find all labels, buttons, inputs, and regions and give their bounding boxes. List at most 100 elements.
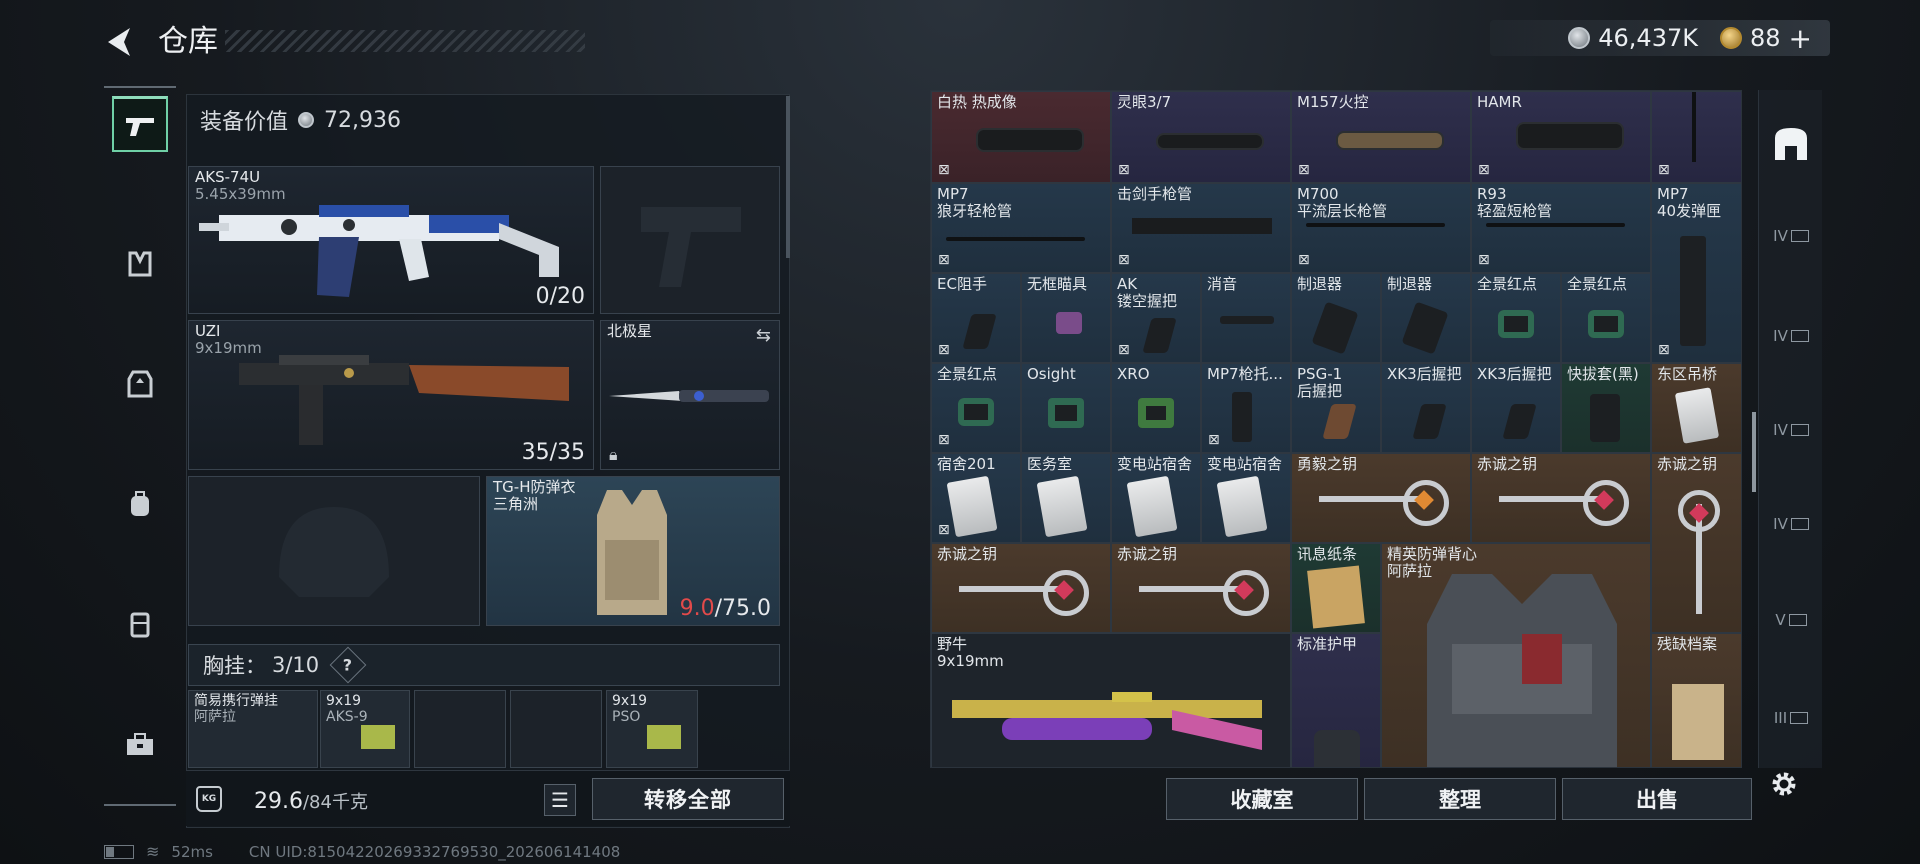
rail-item-tier[interactable]: IV bbox=[1769, 502, 1813, 546]
storage-item[interactable]: 野牛 9x19mm bbox=[931, 633, 1291, 767]
rail-item-tier[interactable]: IV bbox=[1769, 214, 1813, 258]
weight-max: /84千克 bbox=[302, 792, 368, 813]
storage-item[interactable]: M700 平流层长枪管 ⊠ bbox=[1291, 183, 1471, 273]
storage-item[interactable]: AK 镂空握把 ⊠ bbox=[1111, 273, 1201, 363]
storage-item[interactable]: 消音 bbox=[1201, 273, 1291, 363]
equipment-scrollbar[interactable] bbox=[786, 96, 790, 258]
storage-item[interactable]: XRO bbox=[1111, 363, 1201, 453]
storage-item[interactable]: M157火控 ⊠ bbox=[1291, 91, 1471, 183]
sidebar-item-case[interactable] bbox=[112, 596, 168, 652]
rig-ammo-slot[interactable]: 9x19 PSO bbox=[606, 690, 698, 768]
keycard-icon bbox=[1216, 475, 1269, 537]
sell-button[interactable]: 出售 bbox=[1562, 778, 1752, 820]
item-name: MP7枪托... bbox=[1207, 365, 1283, 383]
storage-item[interactable]: 无框瞄具 bbox=[1021, 273, 1111, 363]
storage-item[interactable]: 制退器 bbox=[1291, 273, 1381, 363]
storage-item[interactable]: 东区吊桥 bbox=[1651, 363, 1741, 453]
sidebar-item-backpack[interactable] bbox=[112, 476, 168, 532]
rail-item-tier[interactable]: IV bbox=[1769, 408, 1813, 452]
folder-icon bbox=[1790, 424, 1809, 436]
transfer-all-button[interactable]: 转移全部 bbox=[592, 778, 784, 820]
sidebar-item-rig[interactable] bbox=[112, 236, 168, 292]
storage-item[interactable]: HAMR ⊠ bbox=[1471, 91, 1651, 183]
rail-item-tier[interactable]: V bbox=[1769, 598, 1813, 642]
armor-slot[interactable]: TG-H防弹衣 三角洲 9.0/75.0 bbox=[486, 476, 780, 626]
stock-icon bbox=[1232, 392, 1252, 442]
storage-item[interactable]: MP7 狼牙轻枪管 ⊠ bbox=[931, 183, 1111, 273]
sidebar-item-armor[interactable] bbox=[112, 356, 168, 412]
storage-item[interactable]: 白热 热成像 ⊠ bbox=[931, 91, 1111, 183]
sidebar-item-weapons[interactable] bbox=[112, 96, 168, 152]
tier-label: V bbox=[1775, 611, 1786, 629]
gear-icon bbox=[1772, 772, 1796, 796]
storage-item[interactable]: PSG-1 后握把 bbox=[1291, 363, 1381, 453]
secondary-weapon-slot[interactable]: UZI 9x19mm 35/35 bbox=[188, 320, 594, 470]
keycard-icon bbox=[1674, 387, 1720, 445]
storage-item[interactable]: 快拔套(黑) bbox=[1561, 363, 1651, 453]
storage-item[interactable]: MP7 40发弹匣 ⊠ bbox=[1651, 183, 1741, 363]
storage-item[interactable]: 残缺档案 bbox=[1651, 633, 1741, 767]
storage-item[interactable]: 赤诚之钥 bbox=[1471, 453, 1651, 543]
storage-item[interactable]: XK3后握把 bbox=[1471, 363, 1561, 453]
storage-item[interactable]: 变电站宿舍 bbox=[1111, 453, 1201, 543]
settings-button[interactable] bbox=[1766, 766, 1802, 802]
storage-item[interactable]: 讯息纸条 bbox=[1291, 543, 1381, 633]
no-trade-icon: ⊠ bbox=[1658, 162, 1670, 178]
rig-empty-slot[interactable] bbox=[510, 690, 602, 768]
back-button[interactable] bbox=[100, 22, 140, 62]
currency-bar: 46,437K 88 + bbox=[1490, 20, 1830, 56]
storage-item[interactable]: 赤诚之钥 bbox=[1651, 453, 1741, 633]
item-sub: 狼牙轻枪管 bbox=[937, 202, 1013, 220]
storage-item[interactable]: 医务室 bbox=[1021, 453, 1111, 543]
helmet-slot[interactable] bbox=[188, 476, 480, 626]
storage-item[interactable]: 全景红点 bbox=[1561, 273, 1651, 363]
storage-item[interactable]: EC阻手 ⊠ bbox=[931, 273, 1021, 363]
storage-item[interactable]: MP7枪托... ⊠ bbox=[1201, 363, 1291, 453]
silver-amount: 46,437K bbox=[1598, 24, 1698, 52]
storage-item[interactable]: 灵眼3/7 ⊠ bbox=[1111, 91, 1291, 183]
item-name: M157火控 bbox=[1297, 93, 1369, 111]
storage-item[interactable]: 标准护甲 bbox=[1291, 633, 1381, 767]
storage-item[interactable]: 精英防弹背心 阿萨拉 bbox=[1381, 543, 1651, 767]
no-trade-icon: ⊠ bbox=[1118, 342, 1130, 358]
collection-room-button[interactable]: 收藏室 bbox=[1166, 778, 1358, 820]
primary-weapon-slot[interactable]: AKS-74U 5.45x39mm 0/20 bbox=[188, 166, 594, 314]
storage-scrollbar[interactable] bbox=[1752, 412, 1756, 492]
item-name: MP7 bbox=[937, 185, 969, 203]
storage-item[interactable]: 全景红点 ⊠ bbox=[931, 363, 1021, 453]
rail-item-all[interactable] bbox=[1769, 122, 1813, 166]
rail-item-tier[interactable]: III bbox=[1769, 696, 1813, 740]
organize-button[interactable]: 整理 bbox=[1364, 778, 1556, 820]
no-trade-icon: ⊠ bbox=[1478, 162, 1490, 178]
help-button[interactable]: ? bbox=[329, 646, 367, 684]
storage-item[interactable]: XK3后握把 bbox=[1381, 363, 1471, 453]
storage-item[interactable]: 制退器 bbox=[1381, 273, 1471, 363]
storage-item[interactable]: 宿舍201 ⊠ bbox=[931, 453, 1021, 543]
silver-coin-icon bbox=[298, 112, 315, 128]
storage-item[interactable]: 全景红点 bbox=[1471, 273, 1561, 363]
swap-icon[interactable]: ⇆ bbox=[756, 325, 771, 346]
back-arrow-icon bbox=[108, 28, 130, 56]
rig-ammo-slot[interactable]: 9x19 AKS-9 bbox=[320, 690, 410, 768]
list-view-button[interactable]: ☰ bbox=[544, 784, 576, 816]
storage-item[interactable]: 勇毅之钥 bbox=[1291, 453, 1471, 543]
uzi-smg-icon bbox=[239, 355, 569, 445]
storage-item[interactable]: R93 轻盈短枪管 ⊠ bbox=[1471, 183, 1651, 273]
storage-item[interactable]: ⊠ bbox=[1651, 91, 1741, 183]
rail-item-tier[interactable]: IV bbox=[1769, 314, 1813, 358]
rig-item[interactable]: 简易携行弹挂 阿萨拉 bbox=[188, 690, 318, 768]
melee-slot[interactable]: 北极星 ⇆ 🔒︎ bbox=[600, 320, 780, 470]
grip-icon bbox=[962, 313, 997, 349]
storage-item[interactable]: 赤诚之钥 bbox=[931, 543, 1111, 633]
storage-item[interactable]: 变电站宿舍 bbox=[1201, 453, 1291, 543]
handguard-icon bbox=[1132, 218, 1272, 234]
item-sub: PSO bbox=[612, 709, 641, 725]
rig-empty-slot[interactable] bbox=[414, 690, 506, 768]
sidebar-item-toolbox[interactable] bbox=[112, 716, 168, 772]
storage-item[interactable]: 赤诚之钥 bbox=[1111, 543, 1291, 633]
storage-item[interactable]: Osight bbox=[1021, 363, 1111, 453]
add-currency-button[interactable]: + bbox=[1789, 22, 1812, 55]
item-name: PSG-1 bbox=[1297, 365, 1343, 383]
storage-item[interactable]: 击剑手枪管 ⊠ bbox=[1111, 183, 1291, 273]
pistol-slot[interactable] bbox=[600, 166, 780, 314]
